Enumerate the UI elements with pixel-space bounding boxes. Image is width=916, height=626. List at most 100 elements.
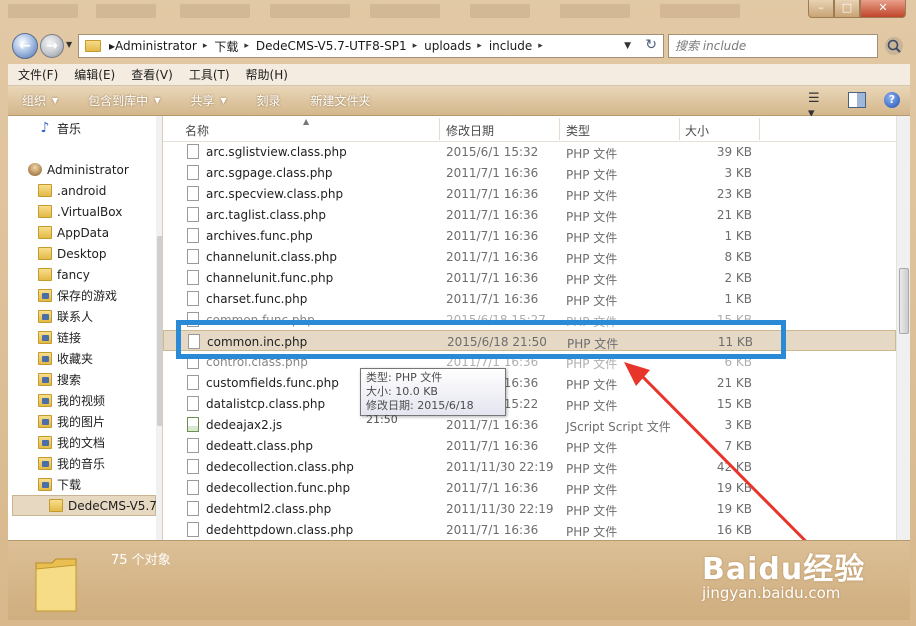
address-bar[interactable]: ▸ Administrator ▸ 下载 ▸ DedeCMS-V5.7-UTF8-S… xyxy=(78,34,664,58)
minimize-button[interactable]: – xyxy=(808,0,834,18)
file-row[interactable]: arc.sgpage.class.php 2011/7/1 16:36 PHP 文件… xyxy=(163,162,896,183)
column-divider[interactable] xyxy=(679,118,680,140)
file-row[interactable]: charset.func.php 2011/7/1 16:36 PHP 文件 1 KB xyxy=(163,288,896,309)
nav-item[interactable]: .android xyxy=(38,180,162,201)
column-name[interactable]: 名称 xyxy=(185,122,209,139)
organize-button[interactable]: 组织 ▼ xyxy=(14,92,66,109)
breadcrumb-item[interactable]: Administrator ▸ xyxy=(115,39,214,53)
file-row[interactable]: channelunit.func.php 2011/7/1 16:36 PHP 文件… xyxy=(163,267,896,288)
nav-item[interactable]: .VirtualBox xyxy=(38,201,162,222)
search-input[interactable]: 搜索 include xyxy=(668,34,878,58)
php-file-icon xyxy=(187,459,199,474)
tooltip-date: 修改日期: 2015/6/18 21:50 xyxy=(366,399,474,426)
php-file-icon xyxy=(187,375,199,390)
address-dropdown-icon[interactable]: ▼ xyxy=(624,41,631,51)
watermark-url: jingyan.baidu.com xyxy=(702,584,841,602)
file-row[interactable]: dedeajax2.js 2011/7/1 16:36 JScript Script… xyxy=(163,414,896,435)
nav-item[interactable]: ♪ 音乐 xyxy=(38,118,162,139)
view-options-icon[interactable]: ☰ ▾ xyxy=(808,91,830,121)
menu-edit[interactable]: 编辑(E) xyxy=(68,66,121,83)
file-list-scroll-thumb[interactable] xyxy=(899,268,909,334)
file-row[interactable]: dedecollection.func.php 2011/7/1 16:36 PHP… xyxy=(163,477,896,498)
nav-item[interactable]: 我的文档 xyxy=(38,432,162,453)
nav-item[interactable]: 搜索 xyxy=(38,369,162,390)
menu-file[interactable]: 文件(F) xyxy=(12,66,64,83)
explorer-window: – □ ✕ ← → ▼ ▸ Administrator ▸ 下载 ▸ DedeCMS… xyxy=(0,0,916,626)
breadcrumb-item[interactable]: 下载 ▸ xyxy=(214,38,256,55)
file-row[interactable]: arc.specview.class.php 2011/7/1 16:36 PHP … xyxy=(163,183,896,204)
help-icon[interactable]: ? xyxy=(884,92,900,108)
column-type[interactable]: 类型 xyxy=(566,122,590,139)
file-row[interactable]: arc.taglist.class.php 2011/7/1 16:36 PHP 文… xyxy=(163,204,896,225)
nav-item-selected[interactable]: DedeCMS-V5.7 xyxy=(12,495,157,516)
js-file-icon xyxy=(187,417,199,432)
burn-button[interactable]: 刻录 xyxy=(249,92,289,109)
php-file-icon xyxy=(187,501,199,516)
search-icon[interactable] xyxy=(884,36,904,56)
file-row[interactable]: dedehttpdown.class.php 2011/7/1 16:36 PHP … xyxy=(163,519,896,540)
maximize-button[interactable]: □ xyxy=(834,0,860,18)
nav-scrollbar[interactable] xyxy=(156,116,162,540)
forward-button[interactable]: → xyxy=(40,34,64,58)
menu-help[interactable]: 帮助(H) xyxy=(240,66,294,83)
nav-item[interactable]: 我的视频 xyxy=(38,390,162,411)
file-row[interactable]: dedecollection.class.php 2011/11/30 22:19… xyxy=(163,456,896,477)
nav-item[interactable]: 联系人 xyxy=(38,306,162,327)
php-file-icon xyxy=(187,207,199,222)
recent-pages-dropdown[interactable]: ▼ xyxy=(66,40,72,49)
column-divider[interactable] xyxy=(559,118,560,140)
blurred-taskbar-strip xyxy=(0,0,800,26)
file-row[interactable]: dedeatt.class.php 2011/7/1 16:36 PHP 文件 7 K… xyxy=(163,435,896,456)
php-file-icon xyxy=(187,270,199,285)
file-row[interactable]: dedehtml2.class.php 2011/11/30 22:19 PHP 文… xyxy=(163,498,896,519)
file-row[interactable]: archives.func.php 2011/7/1 16:36 PHP 文件 1 K… xyxy=(163,225,896,246)
new-folder-button[interactable]: 新建文件夹 xyxy=(303,92,379,109)
chevron-right-icon[interactable]: ▸ xyxy=(244,41,249,51)
nav-item[interactable]: Administrator xyxy=(28,159,162,180)
tooltip-type: 类型: PHP 文件 xyxy=(366,371,443,384)
documents-icon xyxy=(38,436,52,449)
nav-item[interactable]: fancy xyxy=(38,264,162,285)
close-button[interactable]: ✕ xyxy=(860,0,906,18)
menu-view[interactable]: 查看(V) xyxy=(125,66,179,83)
php-file-icon xyxy=(187,165,199,180)
nav-item[interactable]: 我的图片 xyxy=(38,411,162,432)
nav-item[interactable]: 收藏夹 xyxy=(38,348,162,369)
breadcrumb-item[interactable]: include ▸ xyxy=(489,39,550,53)
chevron-right-icon[interactable]: ▸ xyxy=(538,41,543,51)
chevron-right-icon[interactable]: ▸ xyxy=(477,41,482,51)
breadcrumb: ▸ Administrator ▸ 下载 ▸ DedeCMS-V5.7-UTF8-S… xyxy=(107,38,550,55)
searches-icon xyxy=(38,373,52,386)
breadcrumb-item[interactable]: DedeCMS-V5.7-UTF8-SP1 ▸ xyxy=(256,39,424,53)
menu-tools[interactable]: 工具(T) xyxy=(183,66,236,83)
php-file-icon xyxy=(187,249,199,264)
file-list-scrollbar[interactable] xyxy=(896,116,910,540)
include-in-library-button[interactable]: 包含到库中 ▼ xyxy=(80,92,168,109)
file-row[interactable]: datalistcp.class.php2015/6/1 15:22PHP 文件… xyxy=(163,393,896,414)
file-row[interactable]: channelunit.class.php 2011/7/1 16:36 PHP 文… xyxy=(163,246,896,267)
nav-item[interactable]: 我的音乐 xyxy=(38,453,162,474)
share-button[interactable]: 共享 ▼ xyxy=(182,92,234,109)
column-divider[interactable] xyxy=(439,118,440,140)
navigation-pane: ♪ 音乐 Administrator .android .VirtualBox A… xyxy=(8,116,163,540)
preview-pane-icon[interactable] xyxy=(848,92,866,108)
back-button[interactable]: ← xyxy=(12,33,38,59)
forward-arrow-icon: → xyxy=(46,38,58,54)
php-file-icon xyxy=(187,228,199,243)
php-file-icon xyxy=(187,186,199,201)
column-date[interactable]: 修改日期 xyxy=(446,122,494,139)
nav-item[interactable]: 保存的游戏 xyxy=(38,285,162,306)
chevron-right-icon[interactable]: ▸ xyxy=(413,41,418,51)
chevron-right-icon[interactable]: ▸ xyxy=(203,41,208,51)
refresh-icon[interactable]: ↻ xyxy=(645,37,657,53)
nav-item[interactable]: Desktop xyxy=(38,243,162,264)
column-divider[interactable] xyxy=(759,118,760,140)
file-row[interactable]: arc.sglistview.class.php 2015/6/1 15:32 PH… xyxy=(163,141,896,162)
nav-item[interactable]: 链接 xyxy=(38,327,162,348)
nav-item[interactable]: AppData xyxy=(38,222,162,243)
nav-item[interactable]: 下载 xyxy=(38,474,162,495)
column-size[interactable]: 大小 xyxy=(685,122,709,139)
breadcrumb-item[interactable]: uploads ▸ xyxy=(424,39,489,53)
file-row[interactable]: customfields.func.php2011/7/1 16:36PHP 文… xyxy=(163,372,896,393)
folder-icon xyxy=(38,247,52,260)
